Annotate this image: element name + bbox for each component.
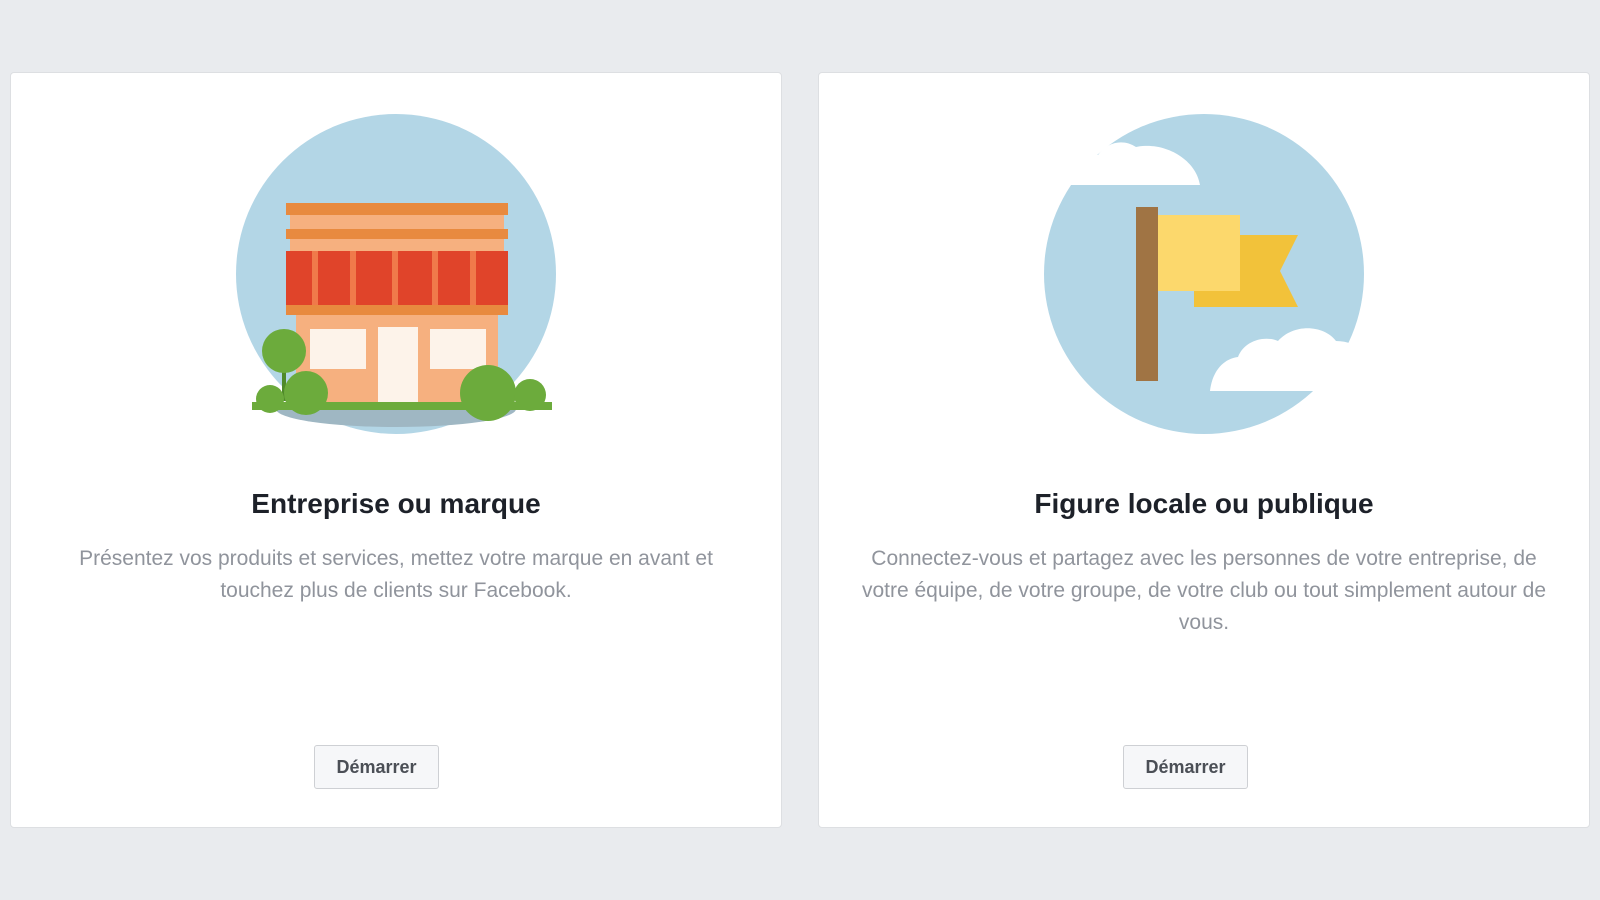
flag-icon — [1044, 114, 1380, 434]
card-local-public-figure: Figure locale ou publique Connectez-vous… — [818, 72, 1590, 828]
start-button-public-figure[interactable]: Démarrer — [1123, 745, 1248, 789]
card-title: Entreprise ou marque — [251, 488, 541, 519]
storefront-icon — [236, 114, 556, 434]
card-description: Présentez vos produits et services, mett… — [79, 547, 713, 602]
page-type-selection: Entreprise ou marque Présentez vos produ… — [0, 0, 1600, 900]
card-title: Figure locale ou publique — [1034, 488, 1374, 519]
card-business-brand: Entreprise ou marque Présentez vos produ… — [10, 72, 782, 828]
start-button-business[interactable]: Démarrer — [314, 745, 439, 789]
card-description: Connectez-vous et partagez avec les pers… — [861, 547, 1547, 634]
